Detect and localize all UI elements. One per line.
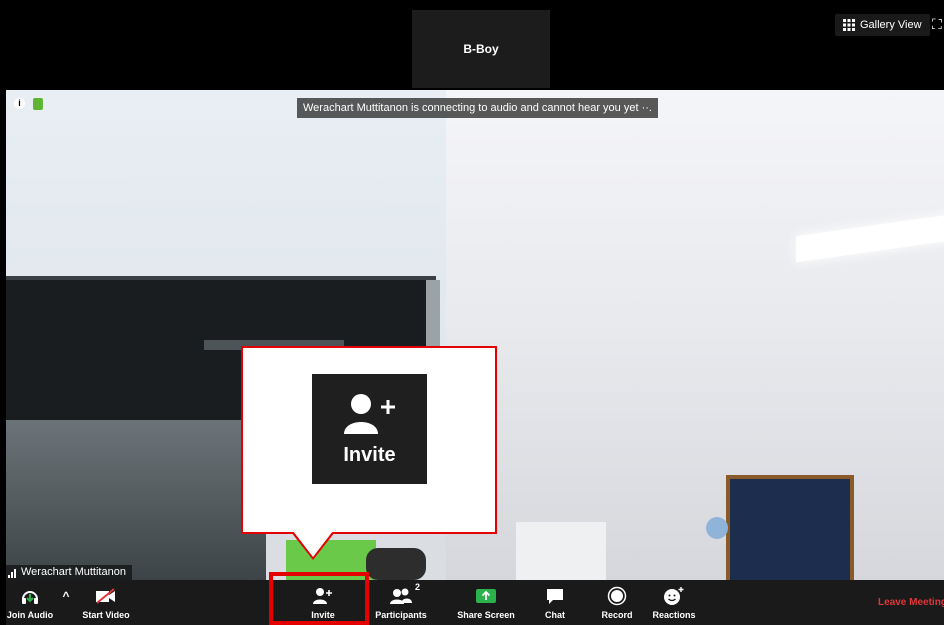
leave-meeting-button[interactable]: Leave Meeting — [878, 580, 944, 625]
reactions-button[interactable]: Reactions — [650, 580, 698, 625]
share-screen-label: Share Screen — [457, 610, 515, 620]
video-desk — [6, 420, 266, 580]
participants-label: Participants — [375, 610, 427, 620]
join-audio-label: Join Audio — [6, 610, 54, 620]
audio-notice: Werachart Muttitanon is connecting to au… — [297, 98, 658, 118]
meeting-status-icons: i — [14, 98, 43, 110]
share-screen-icon — [476, 589, 496, 603]
meeting-toolbar: Join Audio ^ Start Video Invite 2 Partic… — [6, 580, 944, 625]
ellipsis-icon: ··. — [641, 102, 652, 114]
signal-bars-icon — [8, 569, 16, 578]
chat-bubble-icon — [547, 589, 563, 604]
join-audio-button[interactable]: Join Audio — [6, 580, 54, 625]
video-off-icon — [96, 588, 115, 604]
grid-icon — [843, 19, 855, 31]
fullscreen-icon[interactable]: ⛶ — [932, 16, 942, 33]
participant-thumbnail[interactable]: B-Boy — [412, 10, 550, 88]
thumbnail-name: B-Boy — [463, 42, 499, 56]
reactions-label: Reactions — [652, 610, 696, 620]
video-blue-spot — [706, 517, 728, 539]
smiley-plus-icon — [664, 587, 684, 605]
video-wall-right — [446, 90, 944, 580]
add-user-icon — [343, 393, 395, 434]
gallery-view-label: Gallery View — [860, 19, 922, 31]
start-video-label: Start Video — [82, 610, 130, 620]
record-icon — [607, 586, 627, 606]
record-button[interactable]: Record — [598, 580, 636, 625]
headphones-icon — [22, 591, 38, 604]
video-dark-object — [366, 548, 426, 580]
encryption-lock-icon[interactable] — [33, 98, 43, 110]
invite-zoomed-button[interactable]: Invite — [312, 374, 427, 484]
invite-zoomed-label: Invite — [343, 443, 396, 466]
info-icon[interactable]: i — [14, 98, 25, 109]
chat-label: Chat — [545, 610, 565, 620]
participants-count: 2 — [415, 582, 421, 592]
video-door — [726, 475, 854, 580]
invite-highlight-box — [269, 572, 369, 625]
participants-icon — [390, 588, 412, 604]
chat-button[interactable]: Chat — [540, 580, 570, 625]
record-label: Record — [601, 610, 633, 620]
participant-name: Werachart Muttitanon — [21, 566, 126, 578]
gallery-view-button[interactable]: Gallery View — [835, 14, 930, 36]
video-printer — [516, 522, 606, 580]
audio-notice-text: Werachart Muttitanon is connecting to au… — [303, 102, 639, 114]
participant-nameplate: Werachart Muttitanon — [6, 565, 132, 580]
participants-button[interactable]: 2 Participants — [374, 580, 428, 625]
share-screen-button[interactable]: Share Screen — [456, 580, 516, 625]
callout-tail — [293, 531, 333, 557]
start-video-button[interactable]: Start Video — [78, 580, 134, 625]
chevron-up-icon: ^ — [62, 589, 70, 603]
audio-options-caret[interactable]: ^ — [58, 580, 74, 625]
